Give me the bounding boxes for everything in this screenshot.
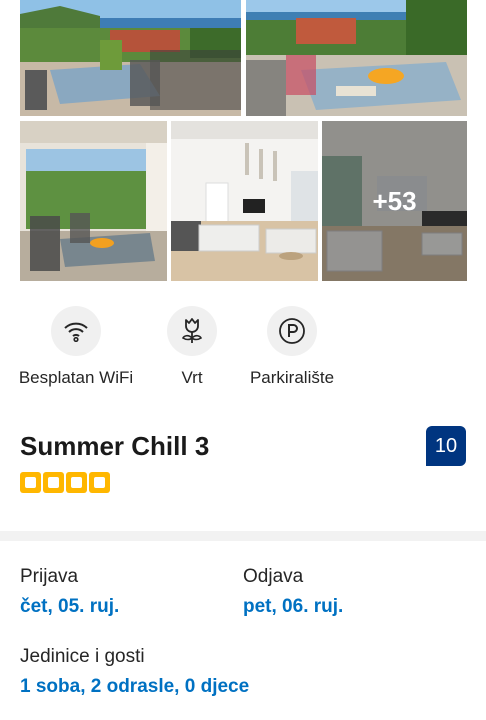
star-icon [20, 472, 41, 493]
facility-label: Parkiralište [249, 368, 335, 387]
checkout-date-link[interactable]: pet, 06. ruj. [243, 596, 343, 618]
photo-living-dining[interactable]: +53 [322, 121, 467, 281]
facility-wifi: Besplatan WiFi [14, 306, 138, 388]
units-guests-link[interactable]: 1 soba, 2 odrasle, 0 djece [20, 676, 249, 698]
checkin-date-link[interactable]: čet, 05. ruj. [20, 596, 119, 618]
facility-label: Besplatan WiFi [18, 368, 134, 387]
more-photos-count[interactable]: +53 [322, 121, 467, 281]
photo-gallery: +53 [0, 0, 486, 284]
facility-garden: Vrt [166, 306, 218, 388]
star-icon [89, 472, 110, 493]
photo-terrace-table-fruit[interactable] [246, 0, 467, 116]
review-score-badge[interactable]: 10 [426, 426, 466, 466]
star-rating [20, 472, 110, 493]
facility-label: Vrt [181, 368, 203, 387]
checkout-label: Odjava [243, 566, 304, 587]
photo-covered-patio[interactable] [20, 121, 167, 281]
checkin-label: Prijava [20, 566, 79, 587]
flower-icon [167, 306, 217, 356]
section-divider [0, 531, 486, 541]
property-name: Summer Chill 3 [20, 431, 210, 461]
star-icon [43, 472, 64, 493]
facilities-row: Besplatan WiFi Vrt Parkiralište [0, 306, 486, 396]
wifi-icon [51, 306, 101, 356]
facility-parking: Parkiralište [240, 306, 344, 388]
parking-icon [267, 306, 317, 356]
units-guests-label: Jedinice i gosti [20, 646, 145, 667]
photo-terrace-sea-view[interactable] [20, 0, 241, 116]
photo-living-room[interactable] [171, 121, 318, 281]
star-icon [66, 472, 87, 493]
